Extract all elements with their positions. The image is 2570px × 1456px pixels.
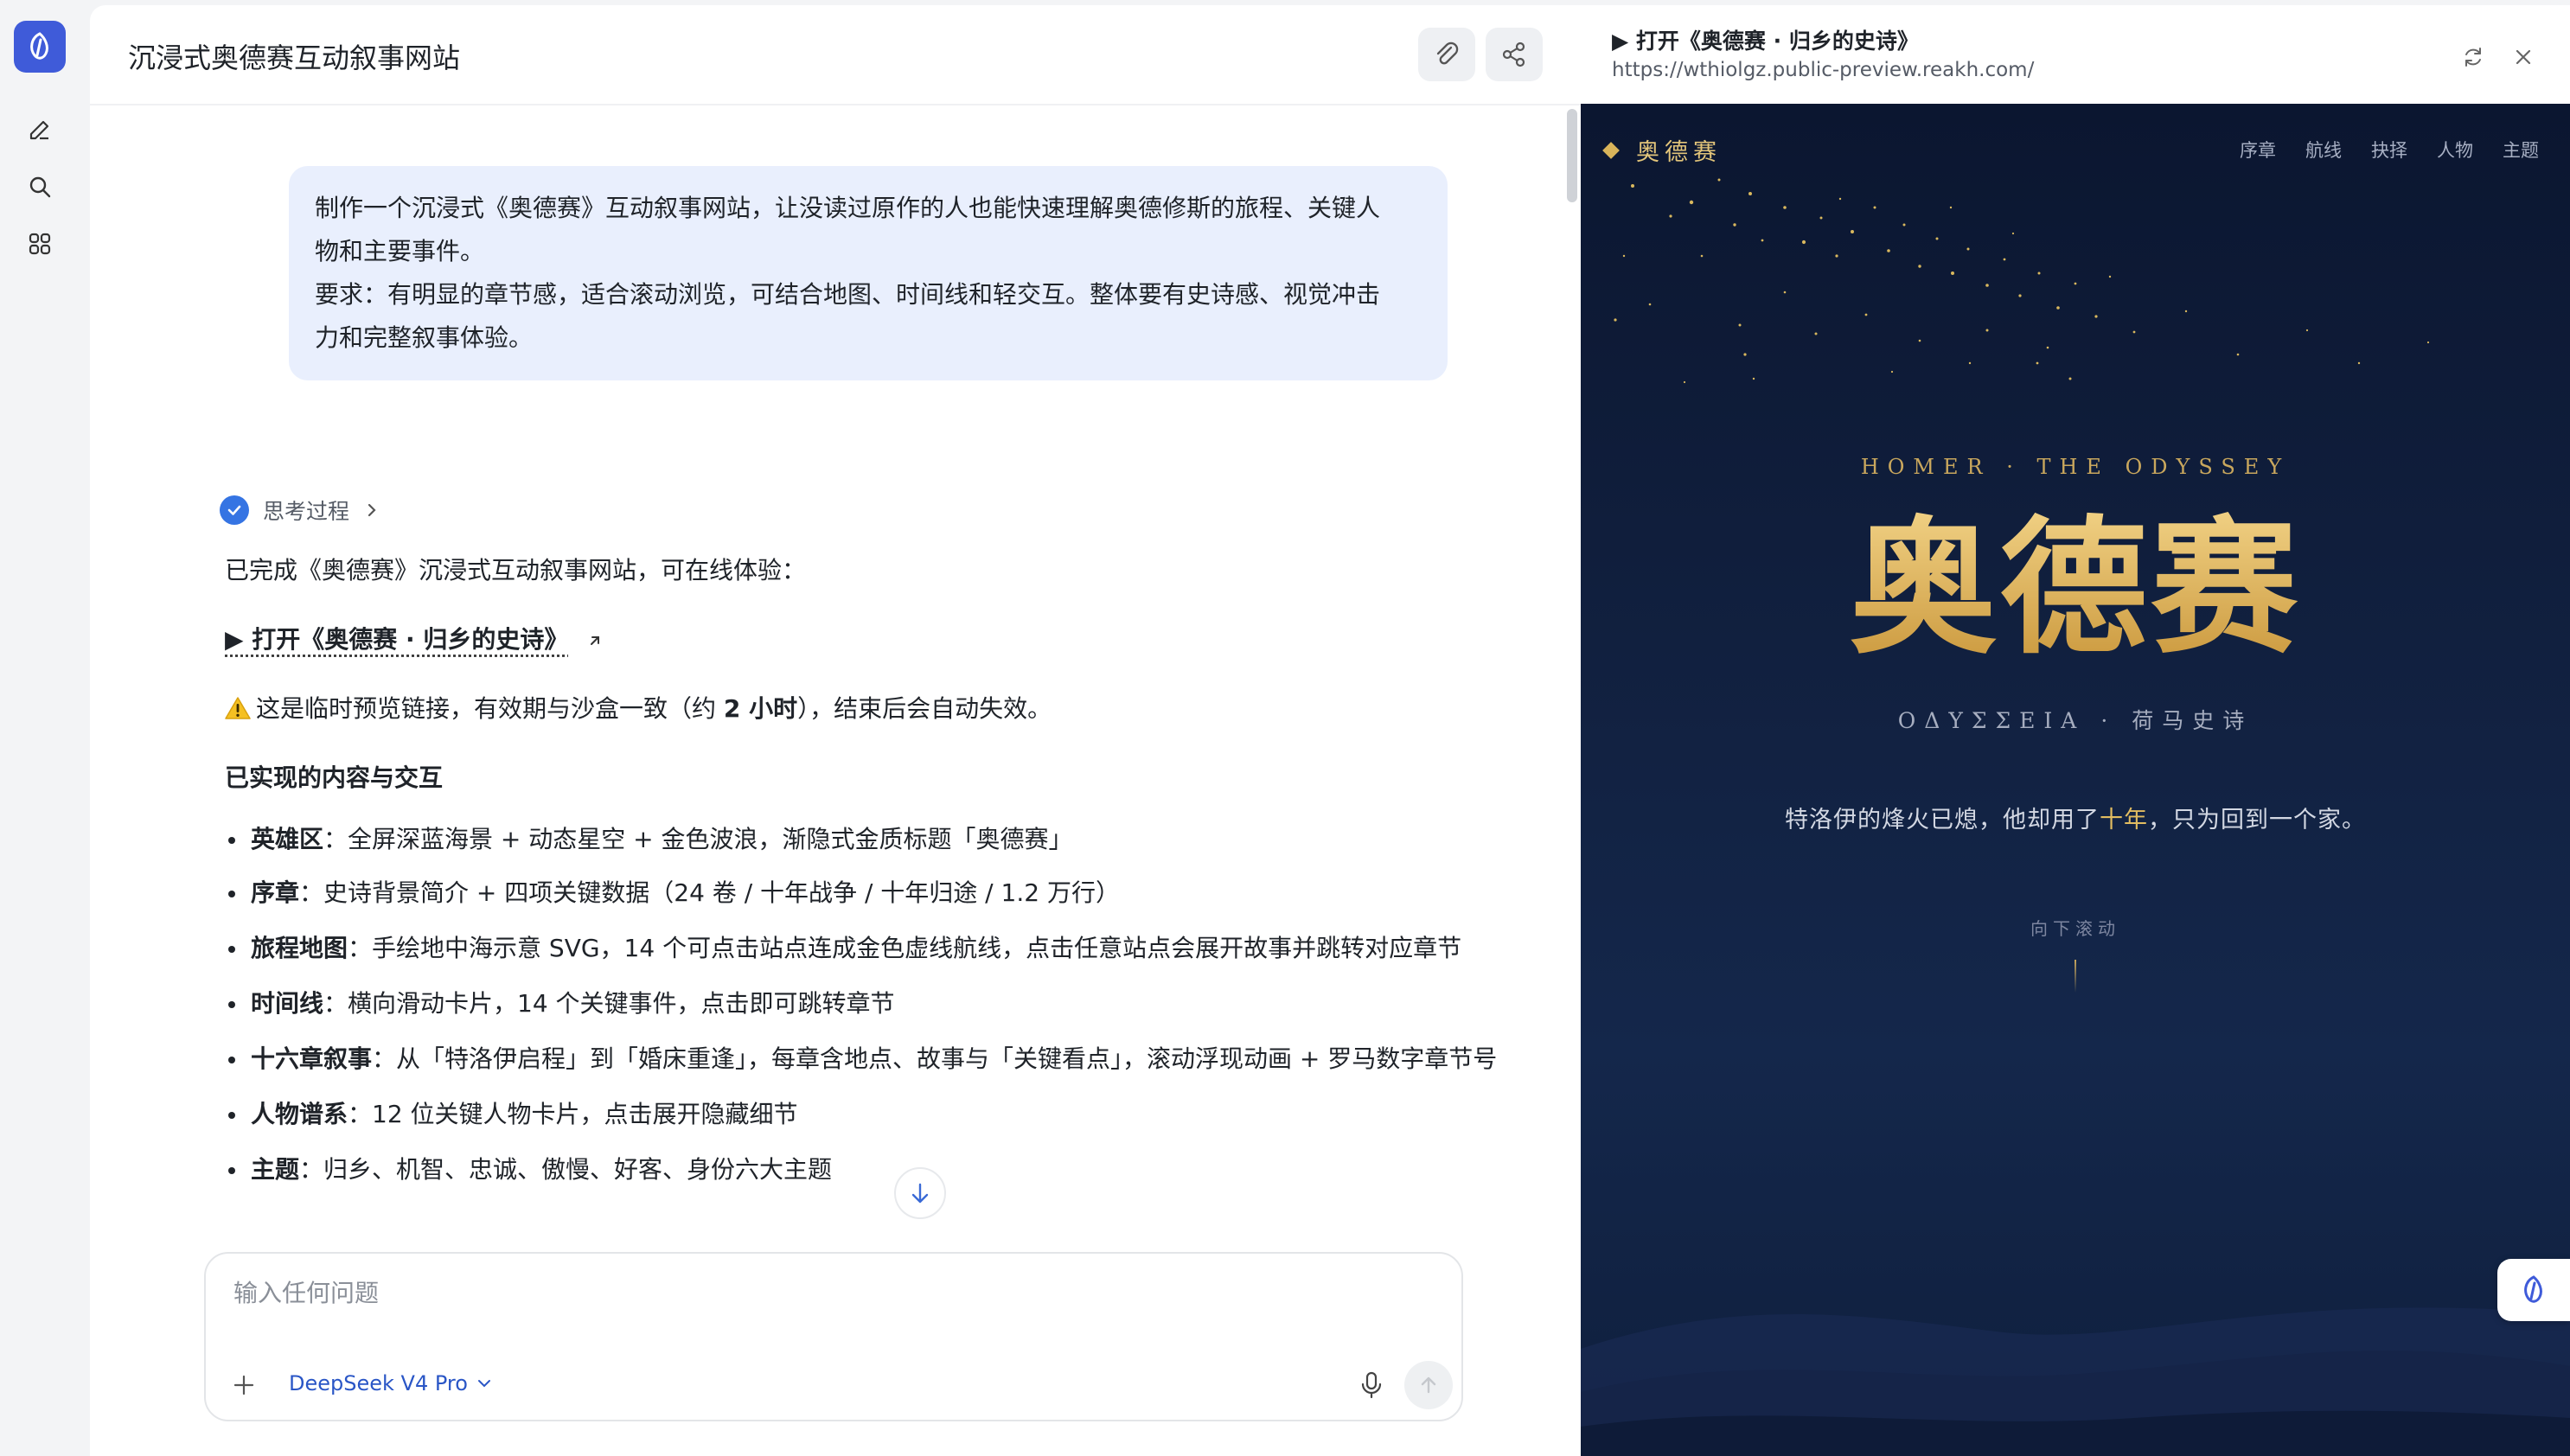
arrow-down-icon: [911, 1183, 929, 1204]
tagline-post: ，只为回到一个家。: [2148, 807, 2366, 833]
attach-button[interactable]: [1418, 28, 1475, 81]
site-nav-choices[interactable]: 抉择: [2371, 137, 2407, 163]
item-label: 序章: [251, 878, 300, 907]
list-item: 人物谱系：12 位关键人物卡片，点击展开隐藏细节: [225, 1093, 1539, 1136]
preview-link[interactable]: ▶ 打开《奥德赛 · 归乡的史诗》: [225, 625, 568, 654]
warning-row: 这是临时预览链接，有效期与沙盒一致（约 2 小时），结束后会自动失效。: [225, 688, 1052, 730]
warning-icon: [225, 697, 251, 719]
left-rail: [0, 0, 90, 1456]
chevron-right-icon: [368, 503, 376, 517]
site-nav: 序章 航线 抉择 人物 主题: [2240, 137, 2539, 163]
item-text: ：全屏深蓝海景 + 动态星空 + 金色波浪，渐隐式金质标题「奥德赛」: [323, 825, 1073, 853]
model-selector[interactable]: DeepSeek V4 Pro: [289, 1371, 492, 1395]
warning-text-pre: 这是临时预览链接，有效期与沙盒一致（约: [256, 694, 724, 723]
assistant-float-button[interactable]: [2497, 1259, 2570, 1321]
refresh-icon: [2465, 48, 2481, 67]
scroll-hint: 向下滚动: [2030, 918, 2120, 939]
chat-title: 沉浸式奥德赛互动叙事网站: [128, 42, 461, 74]
sea-waves: [1581, 1307, 2570, 1456]
tagline-highlight: 十年: [2100, 807, 2148, 833]
scroll-down-button[interactable]: [894, 1167, 946, 1219]
item-label: 人物谱系: [251, 1100, 348, 1128]
app-logo-icon[interactable]: [14, 21, 66, 73]
diamond-icon: [1602, 141, 1620, 159]
app-logo-icon: [2524, 1275, 2542, 1303]
mic-icon: [1361, 1371, 1382, 1399]
item-text: ：归乡、机智、忠诚、傲慢、好客、身份六大主题: [299, 1155, 833, 1184]
site-nav-route[interactable]: 航线: [2305, 137, 2342, 163]
thinking-toggle[interactable]: 思考过程: [220, 495, 379, 526]
list-item: 主题：归乡、机智、忠诚、傲慢、好客、身份六大主题: [225, 1148, 1539, 1191]
chat-scrollbar[interactable]: [1567, 109, 1577, 202]
preview-panel: ▶ 打开《奥德赛 · 归乡的史诗》 https://wthiolgz.publi…: [1581, 5, 2570, 1456]
item-label: 英雄区: [251, 825, 324, 853]
user-message-line: 力和完整叙事体验。: [315, 323, 534, 352]
list-item: 序章：史诗背景简介 + 四项关键数据（24 卷 / 十年战争 / 十年归途 / …: [225, 872, 1539, 915]
send-button[interactable]: [1404, 1361, 1453, 1409]
search-icon[interactable]: [24, 171, 55, 202]
user-message-line: 制作一个沉浸式《奥德赛》互动叙事网站，让没读过原作的人也能快速理解奥德修斯的旅程…: [315, 194, 1381, 222]
item-label: 旅程地图: [251, 934, 348, 962]
list-item: 旅程地图：手绘地中海示意 SVG，14 个可点击站点连成金色虚线航线，点击任意站…: [225, 927, 1539, 970]
tagline-pre: 特洛伊的烽火已熄，他却用了: [1785, 807, 2100, 833]
header-divider: [90, 104, 1581, 105]
check-icon: [220, 495, 249, 525]
site-nav-themes[interactable]: 主题: [2503, 137, 2539, 163]
site-nav-prologue[interactable]: 序章: [2240, 137, 2276, 163]
attach-icon: [1436, 42, 1459, 65]
hero-tagline: 特洛伊的烽火已熄，他却用了十年，只为回到一个家。: [1581, 801, 2570, 834]
refresh-button[interactable]: [2456, 40, 2490, 74]
app-window: 沉浸式奥德赛互动叙事网站 制作一个沉浸式《奥德赛》互动叙事网站，让没读过原作的人…: [0, 0, 2570, 1456]
reply-intro: 已完成《奥德赛》沉浸式互动叙事网站，可在线体验：: [225, 556, 807, 584]
message-input[interactable]: 输入任何问题: [233, 1274, 379, 1309]
preview-site: 奥德赛 序章 航线 抉择 人物 主题 HOMER · THE ODYSSEY 奥…: [1581, 104, 2570, 1456]
feature-list: 英雄区：全屏深蓝海景 + 动态星空 + 金色波浪，渐隐式金质标题「奥德赛」 序章…: [225, 818, 1539, 1204]
send-icon: [1421, 1376, 1436, 1394]
site-brand[interactable]: 奥德赛: [1602, 133, 1722, 167]
item-label: 时间线: [251, 989, 324, 1018]
item-text: ：从「特洛伊启程」到「婚床重逢」，每章含地点、故事与「关键看点」，滚动浮现动画 …: [372, 1044, 1498, 1073]
item-label: 十六章叙事: [251, 1044, 373, 1073]
item-label: 主题: [251, 1155, 300, 1184]
item-text: ：手绘地中海示意 SVG，14 个可点击站点连成金色虚线航线，点击任意站点会展开…: [348, 934, 1462, 962]
site-nav-characters[interactable]: 人物: [2437, 137, 2473, 163]
plus-icon: [233, 1375, 254, 1395]
preview-title: ▶ 打开《奥德赛 · 归乡的史诗》: [1612, 29, 1919, 54]
mic-button[interactable]: [1352, 1366, 1390, 1404]
close-icon: [2516, 49, 2531, 65]
share-button[interactable]: [1486, 28, 1543, 81]
share-icon: [1502, 42, 1525, 67]
warning-duration: 2 小时: [723, 694, 798, 723]
scroll-indicator-line: [2075, 960, 2076, 993]
preview-url[interactable]: https://wthiolgz.public-preview.reakh.co…: [1612, 59, 2034, 81]
user-message-line: 要求：有明显的章节感，适合滚动浏览，可结合地图、时间线和轻交互。整体要有史诗感、…: [315, 280, 1381, 309]
hero-kicker: HOMER · THE ODYSSEY: [1860, 455, 2291, 479]
edit-icon[interactable]: [24, 114, 55, 145]
external-link-icon[interactable]: [586, 632, 604, 649]
user-message-bubble: 制作一个沉浸式《奥德赛》互动叙事网站，让没读过原作的人也能快速理解奥德修斯的旅程…: [289, 166, 1448, 380]
preview-link-row: ▶ 打开《奥德赛 · 归乡的史诗》: [225, 619, 604, 661]
list-item: 时间线：横向滑动卡片，14 个关键事件，点击即可跳转章节: [225, 982, 1539, 1025]
message-input-box[interactable]: 输入任何问题 DeepSeek V4 Pro: [204, 1252, 1463, 1421]
add-button[interactable]: [225, 1366, 263, 1404]
item-text: ：横向滑动卡片，14 个关键事件，点击即可跳转章节: [323, 989, 895, 1018]
hero-title: 奥德赛: [1581, 501, 2570, 674]
item-text: ：12 位关键人物卡片，点击展开隐藏细节: [348, 1100, 798, 1128]
thinking-label: 思考过程: [263, 499, 350, 524]
user-message-line: 物和主要事件。: [315, 237, 485, 265]
list-item: 十六章叙事：从「特洛伊启程」到「婚床重逢」，每章含地点、故事与「关键看点」，滚动…: [225, 1038, 1539, 1081]
site-brand-label: 奥德赛: [1636, 139, 1722, 166]
chevron-down-icon: [477, 1380, 490, 1388]
model-name: DeepSeek V4 Pro: [289, 1371, 468, 1395]
apps-icon[interactable]: [24, 228, 55, 259]
hero-subtitle: ΟΔΥΣΣΕΙΑ · 荷马史诗: [1897, 708, 2254, 733]
close-preview-button[interactable]: [2506, 40, 2541, 74]
list-item: 英雄区：全屏深蓝海景 + 动态星空 + 金色波浪，渐隐式金质标题「奥德赛」: [225, 818, 1539, 861]
section-title: 已实现的内容与交互: [225, 763, 444, 792]
warning-text-post: ），结束后会自动失效。: [797, 694, 1052, 723]
item-text: ：史诗背景简介 + 四项关键数据（24 卷 / 十年战争 / 十年归途 / 1.…: [299, 878, 1120, 907]
